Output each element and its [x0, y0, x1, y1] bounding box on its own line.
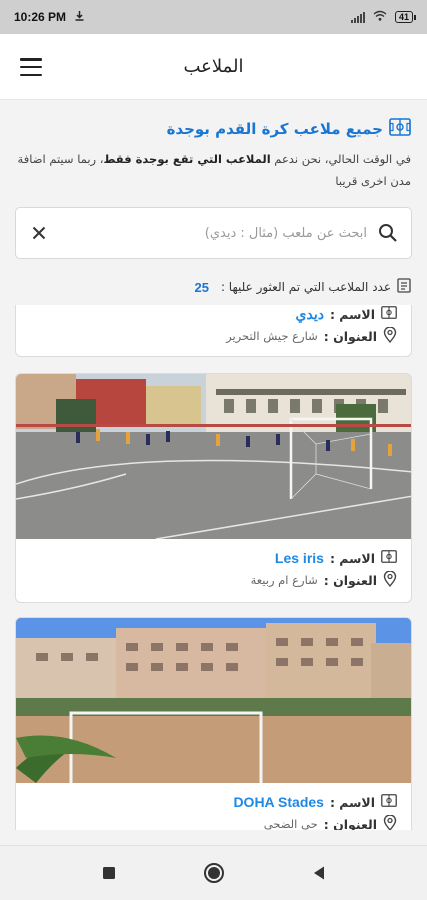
stadium-list[interactable]: الاسم : ديدي العنوان : شارع جيش التحرير [0, 305, 427, 830]
stadium-card[interactable]: الاسم : ديدي العنوان : شارع جيش التحرير [15, 305, 412, 357]
search-icon[interactable] [377, 222, 399, 244]
address-label: العنوان : [323, 816, 377, 831]
stadium-card[interactable]: الاسم : Les iris العنوان : شارع ام ربيعة [15, 373, 412, 603]
recents-icon[interactable] [94, 858, 124, 888]
address-label: العنوان : [323, 572, 377, 588]
battery-icon: 41 [394, 11, 417, 23]
page-title: الملاعب [183, 56, 244, 77]
stadium-address-row: العنوان : شارع ام ربيعة [30, 569, 397, 591]
home-icon[interactable] [199, 858, 229, 888]
wifi-icon [373, 10, 387, 24]
stadium-photo [16, 618, 411, 783]
search-box [15, 207, 412, 259]
status-time: 10:26 PM [14, 10, 67, 24]
menu-icon[interactable] [20, 58, 42, 76]
address-label: العنوان : [323, 328, 377, 344]
name-label: الاسم : [329, 550, 375, 566]
stadium-card[interactable]: الاسم : DOHA Stades العنوان : حي الضحى [15, 617, 412, 830]
location-pin-icon [383, 569, 397, 590]
stadium-name-row: الاسم : Les iris [30, 547, 397, 569]
stadium-name[interactable]: Les iris [275, 550, 324, 566]
section-title: جميع ملاعب كرة القدم بوجدة [16, 118, 411, 140]
stadium-photo [16, 374, 411, 539]
results-count-value: 25 [194, 279, 209, 295]
stadium-icon [381, 794, 397, 810]
section-title-text: جميع ملاعب كرة القدم بوجدة [166, 120, 383, 138]
stadium-name-row: الاسم : ديدي [30, 305, 397, 325]
search-input[interactable] [50, 225, 377, 241]
name-label: الاسم : [329, 306, 375, 322]
close-icon[interactable] [28, 222, 50, 244]
section-description: في الوقت الحالي، نحن ندعم الملاعب التي ت… [17, 152, 411, 188]
stadium-icon [381, 550, 397, 566]
list-icon [397, 278, 411, 296]
location-pin-icon [383, 325, 397, 346]
stadium-name[interactable]: DOHA Stades [233, 794, 324, 810]
stadium-icon [389, 118, 411, 140]
stadium-name-row: الاسم : DOHA Stades [30, 791, 397, 813]
location-pin-icon [383, 813, 397, 830]
stadium-icon [381, 306, 397, 322]
results-label: عدد الملاعب التي تم العثور عليها : [220, 280, 391, 294]
download-icon [74, 10, 85, 24]
name-label: الاسم : [329, 794, 375, 810]
back-icon[interactable] [304, 858, 334, 888]
stadium-address: حي الضحى [263, 817, 318, 830]
stadium-address: شارع ام ربيعة [250, 573, 318, 587]
results-count: عدد الملاعب التي تم العثور عليها : 25 [16, 278, 411, 296]
status-bar: 10:26 PM 41 [0, 0, 427, 34]
stadium-address-row: العنوان : شارع جيش التحرير [30, 325, 397, 347]
app-bar: الملاعب [0, 34, 427, 100]
system-nav-bar [0, 845, 427, 900]
stadium-name[interactable]: ديدي [296, 306, 324, 323]
signal-icon [350, 11, 365, 23]
stadium-address-row: العنوان : حي الضحى [30, 813, 397, 830]
stadium-address: شارع جيش التحرير [226, 329, 318, 343]
